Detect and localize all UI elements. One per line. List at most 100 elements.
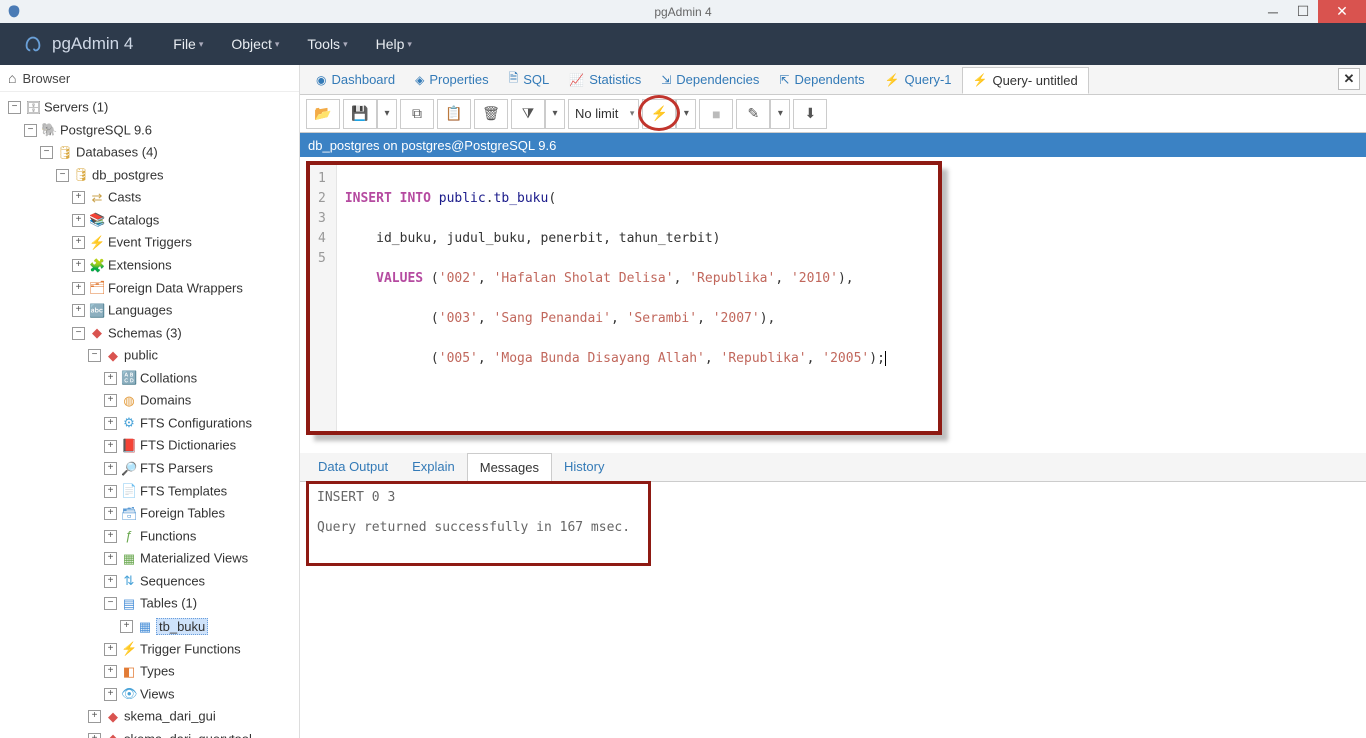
tab-statistics[interactable]: 📈Statistics bbox=[559, 67, 651, 92]
filter-dropdown[interactable]: ▾ bbox=[545, 99, 565, 129]
toggle-icon[interactable]: + bbox=[104, 552, 117, 565]
execute-dropdown[interactable]: ▾ bbox=[676, 99, 696, 129]
tree-skema-qt[interactable]: skema_dari_querytool bbox=[124, 731, 252, 738]
app-icon bbox=[6, 4, 22, 20]
toggle-icon[interactable]: + bbox=[72, 191, 85, 204]
fdw-icon: 🗂 bbox=[89, 277, 105, 299]
toggle-icon[interactable]: + bbox=[104, 485, 117, 498]
code-area[interactable]: INSERT INTO public.tb_buku( id_buku, jud… bbox=[337, 165, 894, 431]
toggle-icon[interactable]: + bbox=[72, 282, 85, 295]
toggle-icon[interactable]: − bbox=[56, 169, 69, 182]
toggle-icon[interactable]: − bbox=[24, 124, 37, 137]
maximize-button[interactable]: ☐ bbox=[1288, 0, 1318, 23]
tree-fts-templates[interactable]: FTS Templates bbox=[140, 483, 227, 498]
explain-dropdown[interactable]: ▾ bbox=[770, 99, 790, 129]
tab-dependencies[interactable]: ⇲Dependencies bbox=[651, 67, 769, 92]
tree-db-postgres[interactable]: db_postgres bbox=[92, 167, 164, 182]
tree-casts[interactable]: Casts bbox=[108, 190, 141, 205]
tab-history[interactable]: History bbox=[552, 453, 616, 481]
tree-mat-views[interactable]: Materialized Views bbox=[140, 551, 248, 566]
tree-types[interactable]: Types bbox=[140, 664, 175, 679]
copy-icon: ⧉ bbox=[412, 105, 422, 122]
toggle-icon[interactable]: + bbox=[72, 214, 85, 227]
toggle-icon[interactable]: + bbox=[120, 620, 133, 633]
tree-functions[interactable]: Functions bbox=[140, 528, 196, 543]
tree-event-triggers[interactable]: Event Triggers bbox=[108, 235, 192, 250]
menu-file[interactable]: File▾ bbox=[173, 36, 203, 52]
sql-editor[interactable]: 1 2 3 4 5 INSERT INTO public.tb_buku( id… bbox=[310, 165, 938, 431]
toggle-icon[interactable]: + bbox=[88, 710, 101, 723]
open-file-button[interactable]: 📂 bbox=[306, 99, 340, 129]
tree-schemas[interactable]: Schemas (3) bbox=[108, 325, 182, 340]
toggle-icon[interactable]: − bbox=[88, 349, 101, 362]
tree-domains[interactable]: Domains bbox=[140, 393, 191, 408]
toggle-icon[interactable]: + bbox=[104, 507, 117, 520]
toggle-icon[interactable]: + bbox=[104, 643, 117, 656]
connection-bar: db_postgres on postgres@PostgreSQL 9.6 bbox=[300, 133, 1366, 157]
tree-fts-parsers[interactable]: FTS Parsers bbox=[140, 461, 213, 476]
tab-messages[interactable]: Messages bbox=[467, 453, 552, 482]
tab-sql[interactable]: 🗎SQL bbox=[499, 64, 560, 95]
menu-help[interactable]: Help▾ bbox=[376, 36, 412, 52]
tree-skema-gui[interactable]: skema_dari_gui bbox=[124, 709, 216, 724]
close-tab-button[interactable]: ✕ bbox=[1338, 68, 1360, 90]
object-tree[interactable]: −🗄Servers (1) −🐘PostgreSQL 9.6 −🛢Databas… bbox=[0, 92, 299, 738]
explain-button[interactable]: ✎ bbox=[736, 99, 770, 129]
tab-query-untitled[interactable]: ⚡Query- untitled bbox=[962, 67, 1089, 94]
tree-databases[interactable]: Databases (4) bbox=[76, 145, 158, 160]
delete-button[interactable]: 🗑 bbox=[474, 99, 508, 129]
toggle-icon[interactable]: − bbox=[40, 146, 53, 159]
tree-extensions[interactable]: Extensions bbox=[108, 258, 172, 273]
tab-dependents[interactable]: ⇱Dependents bbox=[769, 67, 874, 92]
tree-views[interactable]: Views bbox=[140, 686, 174, 701]
toggle-icon[interactable]: + bbox=[72, 236, 85, 249]
tree-fts-conf[interactable]: FTS Configurations bbox=[140, 415, 252, 430]
toggle-icon[interactable]: + bbox=[104, 417, 117, 430]
toggle-icon[interactable]: + bbox=[104, 665, 117, 678]
download-button[interactable]: ⬇ bbox=[793, 99, 827, 129]
tree-tables[interactable]: Tables (1) bbox=[140, 596, 197, 611]
toggle-icon[interactable]: + bbox=[72, 304, 85, 317]
tab-data-output[interactable]: Data Output bbox=[306, 453, 400, 481]
tree-languages[interactable]: Languages bbox=[108, 303, 172, 318]
tree-pgserver[interactable]: PostgreSQL 9.6 bbox=[60, 122, 152, 137]
tree-foreign-tables[interactable]: Foreign Tables bbox=[140, 506, 225, 521]
paste-button[interactable]: 📋 bbox=[437, 99, 471, 129]
toggle-icon[interactable]: + bbox=[104, 462, 117, 475]
row-limit-select[interactable]: No limit ▾ bbox=[568, 99, 639, 129]
close-button[interactable]: ✕ bbox=[1318, 0, 1366, 23]
tree-collations[interactable]: Collations bbox=[140, 370, 197, 385]
menu-object[interactable]: Object▾ bbox=[231, 36, 279, 52]
toggle-icon[interactable]: + bbox=[104, 440, 117, 453]
toggle-icon[interactable]: + bbox=[104, 394, 117, 407]
filter-button[interactable]: ⧩ bbox=[511, 99, 545, 129]
toggle-icon[interactable]: + bbox=[104, 688, 117, 701]
toggle-icon[interactable]: − bbox=[8, 101, 21, 114]
copy-button[interactable]: ⧉ bbox=[400, 99, 434, 129]
tab-dashboard[interactable]: ◉Dashboard bbox=[306, 67, 405, 92]
toggle-icon[interactable]: − bbox=[72, 327, 85, 340]
toggle-icon[interactable]: + bbox=[104, 575, 117, 588]
tree-trigger-functions[interactable]: Trigger Functions bbox=[140, 641, 241, 656]
tree-fdw[interactable]: Foreign Data Wrappers bbox=[108, 280, 243, 295]
tree-fts-dict[interactable]: FTS Dictionaries bbox=[140, 438, 236, 453]
toggle-icon[interactable]: + bbox=[104, 372, 117, 385]
tab-query-1[interactable]: ⚡Query-1 bbox=[875, 67, 962, 92]
tree-tb-buku[interactable]: tb_buku bbox=[156, 618, 208, 635]
tab-explain[interactable]: Explain bbox=[400, 453, 467, 481]
toggle-icon[interactable]: + bbox=[88, 733, 101, 738]
menu-tools[interactable]: Tools▾ bbox=[307, 36, 347, 52]
toggle-icon[interactable]: + bbox=[104, 530, 117, 543]
tree-sequences[interactable]: Sequences bbox=[140, 573, 205, 588]
toggle-icon[interactable]: + bbox=[72, 259, 85, 272]
toggle-icon[interactable]: − bbox=[104, 597, 117, 610]
execute-button[interactable]: ⚡ bbox=[642, 99, 676, 129]
tab-properties[interactable]: ◈Properties bbox=[405, 67, 498, 92]
tree-servers[interactable]: Servers (1) bbox=[44, 100, 108, 115]
save-dropdown[interactable]: ▾ bbox=[377, 99, 397, 129]
minimize-button[interactable]: ─ bbox=[1258, 0, 1288, 23]
tree-catalogs[interactable]: Catalogs bbox=[108, 212, 159, 227]
stop-button[interactable]: ■ bbox=[699, 99, 733, 129]
tree-public[interactable]: public bbox=[124, 348, 158, 363]
save-button[interactable]: 💾 bbox=[343, 99, 377, 129]
